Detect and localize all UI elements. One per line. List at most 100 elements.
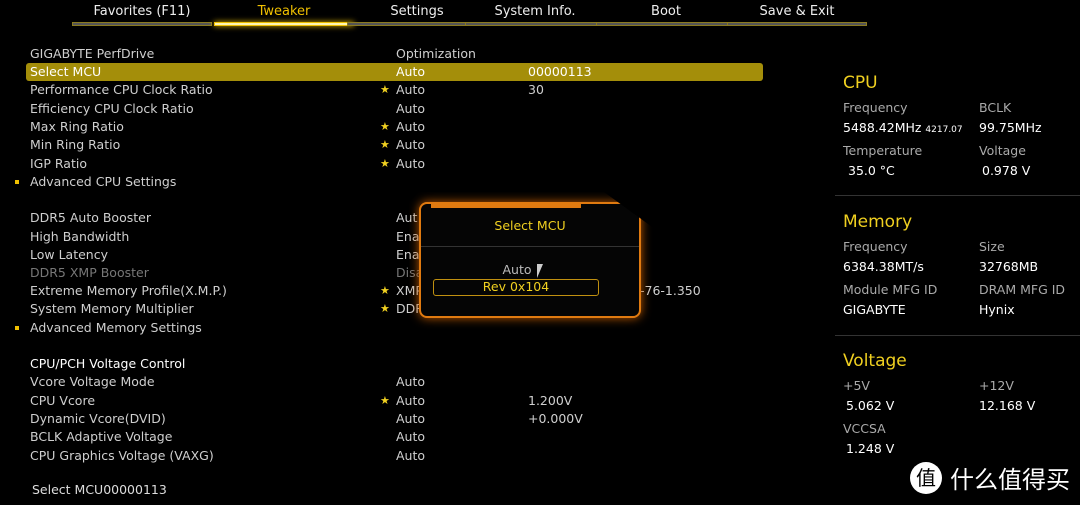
setting-label: CPU Vcore xyxy=(30,393,96,408)
label: VCCSA xyxy=(843,421,886,436)
setting-label: GIGABYTE PerfDrive xyxy=(30,46,155,61)
setting-row[interactable]: Low Latency Ena xyxy=(26,246,763,264)
tab-label: Tweaker xyxy=(257,4,311,19)
setting-label: Min Ring Ratio xyxy=(30,137,121,152)
setting-label: CPU Graphics Voltage (VAXG) xyxy=(30,448,214,463)
dram-mfg-id: Hynix xyxy=(979,302,1015,317)
setting-row[interactable]: Select MCU Auto 00000113 xyxy=(26,63,763,81)
setting-label: Efficiency CPU Clock Ratio xyxy=(30,101,194,116)
cpu-heading: CPU xyxy=(843,73,878,93)
star-icon: ★ xyxy=(380,157,390,170)
setting-value: Auto xyxy=(396,82,426,97)
setting-row[interactable]: Max Ring Ratio ★ Auto xyxy=(26,118,763,136)
watermark-logo: 值 xyxy=(910,461,942,494)
watermark: 值什么值得买 xyxy=(910,460,1070,495)
tab-boot[interactable]: Boot xyxy=(595,0,737,30)
setting-value: Auto xyxy=(396,64,426,79)
setting-label: Low Latency xyxy=(30,247,108,262)
setting-label: DDR5 Auto Booster xyxy=(30,210,151,225)
label: BCLK xyxy=(979,100,1012,115)
setting-row[interactable]: Min Ring Ratio ★ Auto xyxy=(26,136,763,154)
setting-label: Max Ring Ratio xyxy=(30,119,124,134)
setting-label: High Bandwidth xyxy=(30,229,130,244)
star-icon: ★ xyxy=(380,138,390,151)
tab-save-exit[interactable]: Save & Exit xyxy=(726,0,868,30)
tab-label: Save & Exit xyxy=(759,4,835,19)
value: 5488.42MHz xyxy=(843,120,922,135)
memory-size: 32768MB xyxy=(979,259,1039,274)
label: DRAM MFG ID xyxy=(979,282,1066,297)
setting-row[interactable]: CPU Graphics Voltage (VAXG) Auto xyxy=(26,447,763,465)
setting-label: Performance CPU Clock Ratio xyxy=(30,82,213,97)
setting-row[interactable]: Advanced Memory Settings xyxy=(15,319,763,337)
setting-current: 1.200V xyxy=(528,393,573,408)
setting-row[interactable]: System Memory Multiplier ★ DDR xyxy=(26,300,763,318)
tab-indicator xyxy=(72,22,212,26)
star-icon: ★ xyxy=(380,302,390,315)
setting-value: Optimization xyxy=(396,46,476,61)
setting-row[interactable]: Performance CPU Clock Ratio ★ Auto 30 xyxy=(26,81,763,99)
label: Voltage xyxy=(979,143,1026,158)
setting-value: Ena xyxy=(396,247,420,262)
setting-row[interactable]: High Bandwidth Ena xyxy=(26,228,763,246)
setting-row[interactable]: Efficiency CPU Clock Ratio Auto xyxy=(26,100,763,118)
tab-favorites[interactable]: Favorites (F11) xyxy=(71,0,213,30)
setting-value: Auto xyxy=(396,119,426,134)
setting-row[interactable]: CPU Vcore ★ Auto 1.200V xyxy=(26,392,763,410)
tab-label: Boot xyxy=(651,4,681,19)
tab-label: Favorites (F11) xyxy=(93,4,191,19)
setting-row[interactable]: IGP Ratio ★ Auto xyxy=(26,155,763,173)
value-sub: 4217.07 xyxy=(925,125,963,135)
setting-row[interactable]: Dynamic Vcore(DVID) Auto +0.000V xyxy=(26,410,763,428)
setting-row[interactable]: DDR5 XMP Booster Disa xyxy=(26,264,763,282)
label: +12V xyxy=(979,378,1014,393)
setting-row[interactable]: GIGABYTE PerfDrive Optimization xyxy=(26,45,763,63)
setting-label: Advanced Memory Settings xyxy=(30,320,202,335)
setting-value: Auto xyxy=(396,429,426,444)
tab-tweaker[interactable]: Tweaker xyxy=(213,0,355,30)
cpu-frequency: 5488.42MHz 4217.07 xyxy=(843,120,963,135)
tab-label: System Info. xyxy=(494,4,576,19)
setting-row[interactable]: Extreme Memory Profile(X.M.P.) ★ XMP -76-1.… xyxy=(26,282,763,300)
memory-heading: Memory xyxy=(843,212,913,232)
divider xyxy=(835,195,1080,196)
submenu-marker-icon xyxy=(15,326,19,330)
option-rev-0x104[interactable]: Rev 0x104 xyxy=(433,279,599,296)
select-mcu-dialog: Select MCU Auto Rev 0x104 xyxy=(419,202,641,318)
setting-row[interactable]: Advanced CPU Settings xyxy=(15,173,763,191)
label: Temperature xyxy=(843,143,923,158)
memory-frequency: 6384.38MT/s xyxy=(843,259,924,274)
module-mfg-id: GIGABYTE xyxy=(843,302,906,317)
setting-row[interactable]: DDR5 Auto Booster Aut xyxy=(26,209,763,227)
tab-indicator xyxy=(727,22,867,26)
setting-row[interactable]: BCLK Adaptive Voltage Auto xyxy=(26,428,763,446)
setting-value: Auto xyxy=(396,448,426,463)
dialog-title: Select MCU xyxy=(494,218,566,233)
tab-label: Settings xyxy=(390,4,444,19)
tab-system-info[interactable]: System Info. xyxy=(464,0,606,30)
setting-value: Auto xyxy=(396,374,426,389)
setting-value: Auto xyxy=(396,101,426,116)
setting-value: Auto xyxy=(396,411,426,426)
star-icon: ★ xyxy=(380,83,390,96)
setting-label: Dynamic Vcore(DVID) xyxy=(30,411,166,426)
label: Size xyxy=(979,239,1005,254)
cpu-bclk: 99.75MHz xyxy=(979,120,1042,135)
setting-current: 30 xyxy=(528,82,544,97)
setting-value: Auto xyxy=(396,156,426,171)
setting-value: Aut xyxy=(396,210,418,225)
label: Module MFG ID xyxy=(843,282,938,297)
voltage-heading: Voltage xyxy=(843,351,907,371)
option-auto[interactable]: Auto xyxy=(421,262,613,277)
voltage-vccsa: 1.248 V xyxy=(846,441,895,456)
label: Frequency xyxy=(843,239,908,254)
cpu-temperature: 35.0 °C xyxy=(848,163,895,178)
setting-label: Vcore Voltage Mode xyxy=(30,374,155,389)
divider xyxy=(835,335,1080,336)
submenu-marker-icon xyxy=(15,180,19,184)
setting-label: System Memory Multiplier xyxy=(30,301,194,316)
setting-row[interactable]: Vcore Voltage Mode Auto xyxy=(26,373,763,391)
setting-label: BCLK Adaptive Voltage xyxy=(30,429,173,444)
star-icon: ★ xyxy=(380,394,390,407)
setting-label: DDR5 XMP Booster xyxy=(30,265,149,280)
